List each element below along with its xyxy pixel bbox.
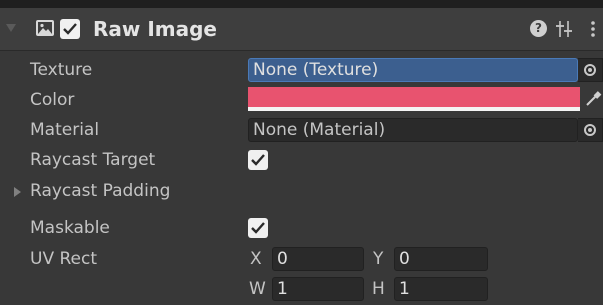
raycast-target-label: Raycast Target [30,150,156,170]
raycast-target-row: Raycast Target [0,145,603,175]
raycast-target-checkbox[interactable] [248,150,268,170]
uv-x-label[interactable]: X [250,244,262,274]
uv-rect-label: UV Rect [30,249,97,269]
uv-w-field[interactable]: 1 [272,277,364,301]
top-border [0,0,603,8]
component-enable-checkbox[interactable] [60,19,80,39]
uv-rect-size-row: W 1 H 1 [0,274,603,304]
checkmark-icon [251,154,265,166]
maskable-checkbox[interactable] [248,218,268,238]
raycast-padding-row[interactable]: Raycast Padding [0,176,603,206]
maskable-label: Maskable [30,218,110,238]
color-field[interactable] [248,87,580,111]
sliders-icon[interactable] [555,19,573,39]
object-picker-icon [584,64,596,76]
color-swatch [248,87,580,107]
color-label: Color [30,90,75,110]
texture-label: Texture [30,60,93,80]
checkmark-icon [63,23,77,35]
component-header[interactable]: Raw Image ? [0,8,603,51]
eyedropper-icon[interactable] [584,90,602,108]
foldout-arrow-icon[interactable] [6,24,16,32]
uv-h-label[interactable]: H [372,274,385,304]
uv-x-field[interactable]: 0 [272,247,364,271]
checkmark-icon [251,222,265,234]
expand-arrow-icon[interactable] [14,187,21,197]
uv-y-field[interactable]: 0 [394,247,488,271]
raycast-padding-label[interactable]: Raycast Padding [30,176,170,206]
component-title: Raw Image [93,17,217,41]
material-row: Material None (Material) [0,115,603,145]
texture-row: Texture None (Texture) [0,55,603,85]
help-icon[interactable]: ? [530,20,547,37]
uv-rect-row: UV Rect X 0 Y 0 [0,244,603,274]
material-field[interactable]: None (Material) [248,118,578,142]
uv-y-label[interactable]: Y [373,244,383,274]
material-picker-button[interactable] [578,118,603,142]
material-label: Material [30,120,100,140]
texture-field[interactable]: None (Texture) [248,58,578,82]
image-icon [36,20,54,36]
uv-h-field[interactable]: 1 [394,277,488,301]
texture-picker-button[interactable] [578,58,603,82]
uv-w-label[interactable]: W [249,274,266,304]
kebab-menu-icon[interactable] [590,19,596,39]
maskable-row: Maskable [0,213,603,243]
color-row: Color [0,85,603,115]
object-picker-icon [584,124,596,136]
